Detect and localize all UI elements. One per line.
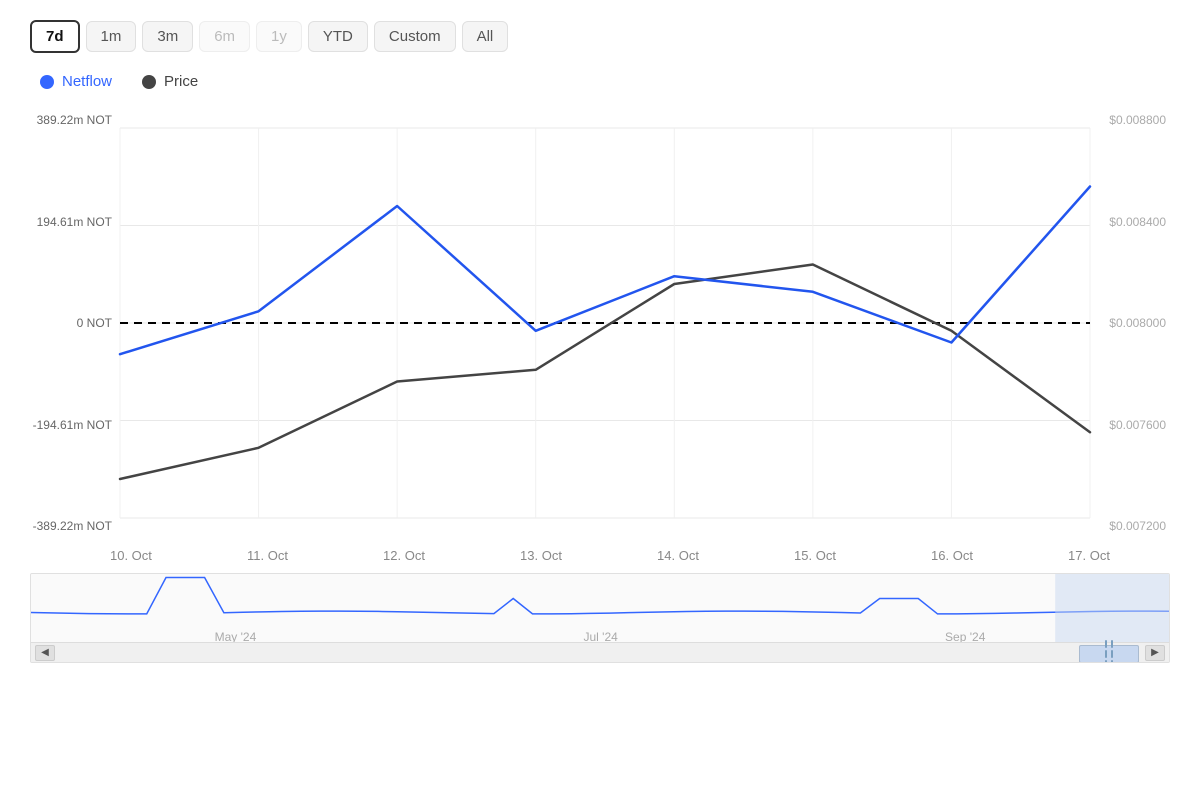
legend-dot: [40, 75, 54, 89]
tab-6m: 6m: [199, 21, 250, 52]
x-label: 14. Oct: [657, 548, 699, 563]
x-label: 13. Oct: [520, 548, 562, 563]
chart-legend: Netflow Price: [40, 73, 1170, 90]
mini-chart-container: May '24Jul '24Sep '24 ◀: [30, 573, 1170, 663]
legend-label: Price: [164, 73, 198, 90]
nav-track[interactable]: [59, 644, 1141, 662]
tab-custom[interactable]: Custom: [374, 21, 456, 52]
x-label: 10. Oct: [110, 548, 152, 563]
legend-item-netflow: Netflow: [40, 73, 112, 90]
main-container: 7d1m3m6m1yYTDCustomAll Netflow Price 389…: [0, 0, 1200, 800]
tab-1y: 1y: [256, 21, 302, 52]
legend-label: Netflow: [62, 73, 112, 90]
navigator-bar: ◀ ▶: [31, 642, 1169, 662]
nav-grip-left: [1105, 640, 1107, 664]
tab-ytd[interactable]: YTD: [308, 21, 368, 52]
main-chart-wrapper: 389.22m NOT194.61m NOT0 NOT-194.61m NOT-…: [30, 108, 1170, 538]
nav-right-arrow[interactable]: ▶: [1145, 645, 1165, 661]
legend-item-price: Price: [142, 73, 198, 90]
tab-all[interactable]: All: [462, 21, 509, 52]
x-label: 17. Oct: [1068, 548, 1110, 563]
x-axis-labels: 10. Oct 11. Oct 12. Oct 13. Oct 14. Oct 15. O…: [30, 544, 1170, 563]
main-chart-svg: [30, 108, 1170, 538]
time-tab-bar: 7d1m3m6m1yYTDCustomAll: [30, 20, 1170, 53]
x-label: 12. Oct: [383, 548, 425, 563]
nav-handle[interactable]: [1079, 645, 1139, 663]
x-label: 16. Oct: [931, 548, 973, 563]
nav-grip-right: [1111, 640, 1113, 664]
tab-7d[interactable]: 7d: [30, 20, 80, 53]
legend-dot: [142, 75, 156, 89]
tab-1m[interactable]: 1m: [86, 21, 137, 52]
x-label: 11. Oct: [247, 548, 288, 563]
nav-left-arrow[interactable]: ◀: [35, 645, 55, 661]
tab-3m[interactable]: 3m: [142, 21, 193, 52]
x-label: 15. Oct: [794, 548, 836, 563]
